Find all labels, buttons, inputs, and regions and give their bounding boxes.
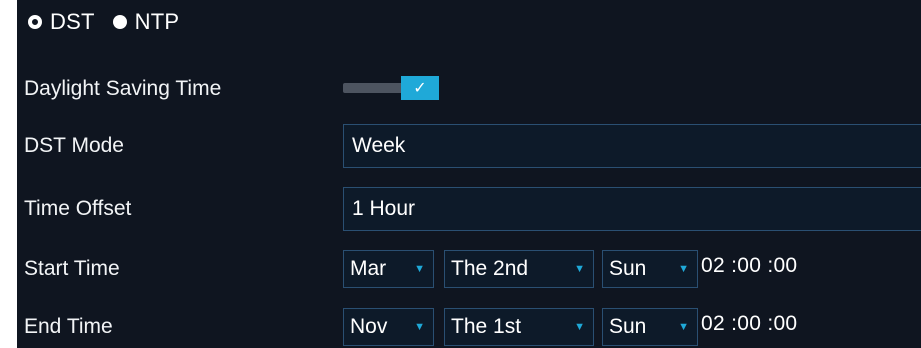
- time-offset-select[interactable]: 1 Hour ▼: [343, 187, 921, 231]
- time-offset-row: Time Offset 1 Hour ▼: [17, 180, 921, 238]
- mode-tabs: DST NTP: [17, 0, 179, 44]
- end-time-label: End Time: [24, 315, 113, 338]
- dst-mode-select[interactable]: Week ▼: [343, 124, 921, 168]
- end-week-select[interactable]: The 1st ▼: [444, 308, 594, 346]
- dst-radio-option[interactable]: DST: [28, 9, 95, 35]
- end-time-input[interactable]: 02 :00 :00: [701, 312, 797, 336]
- start-day-select[interactable]: Sun ▼: [602, 250, 698, 288]
- caret-down-icon: ▼: [414, 263, 425, 275]
- ntp-radio-option[interactable]: NTP: [112, 9, 180, 35]
- start-time-row: Start Time Mar ▼ The 2nd ▼ Sun ▼ 02 :00 …: [17, 240, 921, 298]
- daylight-saving-toggle[interactable]: ✓: [343, 76, 445, 100]
- start-month-select[interactable]: Mar ▼: [343, 250, 434, 288]
- ntp-radio-icon[interactable]: [112, 15, 127, 29]
- daylight-saving-label: Daylight Saving Time: [24, 77, 222, 100]
- caret-down-icon: ▼: [678, 321, 689, 333]
- start-time-label: Start Time: [24, 257, 120, 280]
- dst-settings-panel: DST NTP Daylight Saving Time ✓ DST Mode …: [17, 0, 921, 348]
- start-week-value: The 2nd: [451, 257, 529, 280]
- end-day-select[interactable]: Sun ▼: [602, 308, 698, 346]
- caret-down-icon: ▼: [414, 321, 425, 333]
- check-icon: ✓: [413, 80, 427, 97]
- dst-mode-label: DST Mode: [24, 134, 124, 157]
- ntp-radio-label: NTP: [134, 9, 180, 34]
- dst-radio-icon[interactable]: [28, 15, 42, 29]
- end-month-value: Nov: [350, 315, 388, 338]
- caret-down-icon: ▼: [678, 263, 689, 275]
- caret-down-icon: ▼: [574, 321, 585, 333]
- start-time-input[interactable]: 02 :00 :00: [701, 254, 797, 278]
- start-month-value: Mar: [350, 257, 387, 280]
- dst-mode-row: DST Mode Week ▼: [17, 117, 921, 175]
- dst-mode-value: Week: [352, 134, 406, 157]
- daylight-saving-row: Daylight Saving Time ✓: [17, 60, 921, 118]
- end-time-row: End Time Nov ▼ The 1st ▼ Sun ▼ 02 :00 :0…: [17, 298, 921, 348]
- start-day-value: Sun: [609, 257, 647, 280]
- end-week-value: The 1st: [451, 315, 522, 338]
- end-day-value: Sun: [609, 315, 647, 338]
- start-week-select[interactable]: The 2nd ▼: [444, 250, 594, 288]
- time-offset-value: 1 Hour: [352, 197, 416, 220]
- caret-down-icon: ▼: [574, 263, 585, 275]
- time-offset-label: Time Offset: [24, 197, 132, 220]
- dst-radio-label: DST: [50, 9, 95, 34]
- toggle-knob[interactable]: ✓: [401, 76, 439, 100]
- end-month-select[interactable]: Nov ▼: [343, 308, 434, 346]
